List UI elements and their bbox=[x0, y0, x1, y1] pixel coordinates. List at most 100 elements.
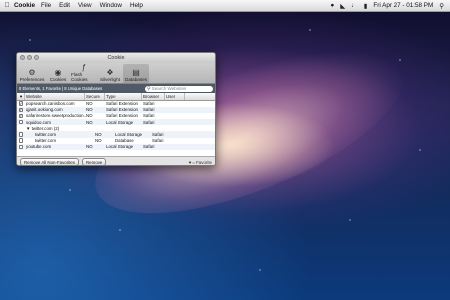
table-header: ♥ Website Secure Type Browser User bbox=[17, 93, 215, 101]
search-placeholder: Search Websites bbox=[151, 86, 187, 91]
favorite-column-header[interactable]: ♥ bbox=[17, 93, 25, 100]
type-cell: Safari Extension bbox=[106, 101, 138, 107]
favorite-checkbox[interactable]: ✓ bbox=[18, 114, 24, 119]
type-cell: Safari Extension bbox=[106, 107, 138, 113]
toolbar-databases[interactable]: ▤ Databases bbox=[123, 64, 149, 83]
search-icon: ⚲ bbox=[147, 85, 151, 92]
bottom-bar: Remove All Non-Favorites Remove ♥ = Favo… bbox=[17, 157, 215, 165]
type-cell: Local Storage bbox=[115, 132, 143, 138]
menu-app-name[interactable]: Cookie bbox=[14, 2, 35, 9]
favorite-cell: ✓ bbox=[17, 101, 25, 106]
table-row[interactable]: youtube.com NO Local Storage Safari bbox=[17, 143, 215, 150]
favorite-checkbox[interactable]: ✓ bbox=[18, 101, 24, 106]
volume-icon[interactable]: ♩ bbox=[351, 2, 358, 9]
browser-cell: Safari bbox=[143, 144, 155, 150]
minimize-icon[interactable] bbox=[27, 55, 32, 60]
database-icon: ▤ bbox=[132, 68, 140, 77]
favorite-checkbox[interactable] bbox=[18, 132, 24, 137]
status-area: ● ◣ ♩ ▮ Fri Apr 27 - 01:58 PM ⚲ bbox=[330, 2, 450, 10]
website-table: ♥ Website Secure Type Browser User ✓ pops… bbox=[17, 93, 215, 157]
toolbar-label: Preferences bbox=[19, 77, 45, 82]
favorite-cell: ✓ bbox=[17, 114, 25, 119]
browser-cell: Safari bbox=[143, 113, 155, 119]
toolbar-label: Silverlight bbox=[100, 77, 120, 82]
favorite-cell: ✓ bbox=[17, 107, 25, 113]
column-user[interactable]: User bbox=[165, 93, 185, 100]
cookie-icon: ◉ bbox=[54, 68, 62, 77]
website-cell: squidoo.com bbox=[26, 119, 51, 125]
column-browser[interactable]: Browser bbox=[142, 93, 165, 100]
toolbar-cookies[interactable]: ◉ Cookies bbox=[45, 64, 71, 83]
flash-icon: ƒ bbox=[81, 63, 87, 72]
secure-cell: NO bbox=[86, 144, 93, 150]
website-cell: popsearch.canisbos.com bbox=[26, 101, 75, 107]
website-cell: twitter.com bbox=[35, 138, 56, 144]
favorite-checkbox[interactable] bbox=[18, 144, 24, 150]
zoom-icon[interactable] bbox=[34, 55, 39, 60]
search-input[interactable]: ⚲ Search Websites bbox=[145, 85, 213, 92]
type-cell: Local Storage bbox=[106, 119, 134, 125]
toolbar-silverlight[interactable]: ❖ Silverlight bbox=[97, 64, 123, 83]
column-website[interactable]: Website bbox=[25, 93, 85, 100]
type-cell: Local Storage bbox=[106, 144, 134, 150]
silverlight-icon: ❖ bbox=[106, 68, 114, 77]
browser-cell: Safari bbox=[143, 101, 155, 107]
toolbar-label: Flash Cookies bbox=[71, 72, 88, 82]
website-cell: twitter.com bbox=[35, 132, 56, 138]
menu-edit[interactable]: Edit bbox=[59, 2, 70, 9]
type-cell: Database bbox=[115, 138, 134, 144]
website-cell: qjanit.ookiong.com bbox=[26, 107, 63, 113]
search-icon[interactable]: ⚲ bbox=[439, 2, 444, 10]
favorite-checkbox[interactable] bbox=[18, 119, 24, 125]
cookie-window: Cookie ⚙ Preferences ◉ Cookies ƒ Flash C… bbox=[16, 52, 216, 166]
column-type[interactable]: Type bbox=[105, 93, 142, 100]
apple-icon[interactable]:  bbox=[0, 2, 14, 9]
secure-cell: NO bbox=[86, 101, 93, 107]
menu-view[interactable]: View bbox=[78, 2, 92, 9]
favorite-checkbox[interactable] bbox=[18, 138, 24, 143]
toolbar-flash-cookies[interactable]: ƒ Flash Cookies bbox=[71, 63, 97, 83]
menu-help[interactable]: Help bbox=[130, 2, 143, 9]
element-count: 8 Elements, 1 Favorite | 8 Unique Databa… bbox=[19, 86, 103, 91]
website-cell: safarirestore.sweetproduction... bbox=[26, 113, 86, 119]
window-toolbar: ⚙ Preferences ◉ Cookies ƒ Flash Cookies … bbox=[17, 63, 215, 84]
secure-cell: NO bbox=[86, 113, 93, 119]
favorite-checkbox[interactable]: ✓ bbox=[18, 107, 24, 113]
window-titlebar[interactable]: Cookie bbox=[17, 53, 215, 63]
remove-button[interactable]: Remove bbox=[82, 158, 107, 165]
toolbar-preferences[interactable]: ⚙ Preferences bbox=[19, 64, 45, 83]
menu-file[interactable]: File bbox=[41, 2, 51, 9]
battery-icon[interactable]: ▮ bbox=[364, 2, 368, 10]
browser-cell: Safari bbox=[152, 138, 164, 144]
info-bar: 8 Elements, 1 Favorite | 8 Unique Databa… bbox=[17, 84, 215, 93]
favorite-cell bbox=[17, 144, 25, 150]
website-cell: youtube.com bbox=[26, 144, 52, 150]
heart-icon: ♥ bbox=[188, 159, 192, 165]
column-secure[interactable]: Secure bbox=[85, 93, 105, 100]
legend-label: = Favorite bbox=[192, 159, 212, 165]
favorite-cell bbox=[17, 138, 25, 143]
remove-all-non-favorites-button[interactable]: Remove All Non-Favorites bbox=[20, 158, 79, 165]
gear-icon: ⚙ bbox=[28, 68, 36, 77]
website-cell: ▼ twitter.com (2) bbox=[26, 125, 60, 131]
menu-bar:  Cookie File Edit View Window Help ● ◣ … bbox=[0, 0, 450, 12]
toolbar-label: Databases bbox=[125, 77, 147, 82]
secure-cell: NO bbox=[95, 132, 102, 138]
secure-cell: NO bbox=[86, 119, 93, 125]
type-cell: Safari Extension bbox=[106, 113, 138, 119]
browser-cell: Safari bbox=[143, 119, 155, 125]
browser-cell: Safari bbox=[143, 107, 155, 113]
browser-cell: Safari bbox=[152, 132, 164, 138]
user-icon[interactable]: ● bbox=[330, 2, 334, 9]
menu-window[interactable]: Window bbox=[100, 2, 122, 9]
close-icon[interactable] bbox=[20, 55, 25, 60]
secure-cell: NO bbox=[86, 107, 93, 113]
toolbar-label: Cookies bbox=[49, 77, 67, 82]
favorite-cell bbox=[17, 132, 25, 137]
secure-cell: NO bbox=[95, 138, 102, 144]
favorite-cell bbox=[17, 119, 25, 125]
favorite-legend: ♥ = Favorite bbox=[189, 160, 212, 165]
wifi-icon[interactable]: ◣ bbox=[340, 2, 345, 10]
window-title: Cookie bbox=[107, 55, 125, 61]
menu-clock[interactable]: Fri Apr 27 - 01:58 PM bbox=[373, 2, 433, 9]
